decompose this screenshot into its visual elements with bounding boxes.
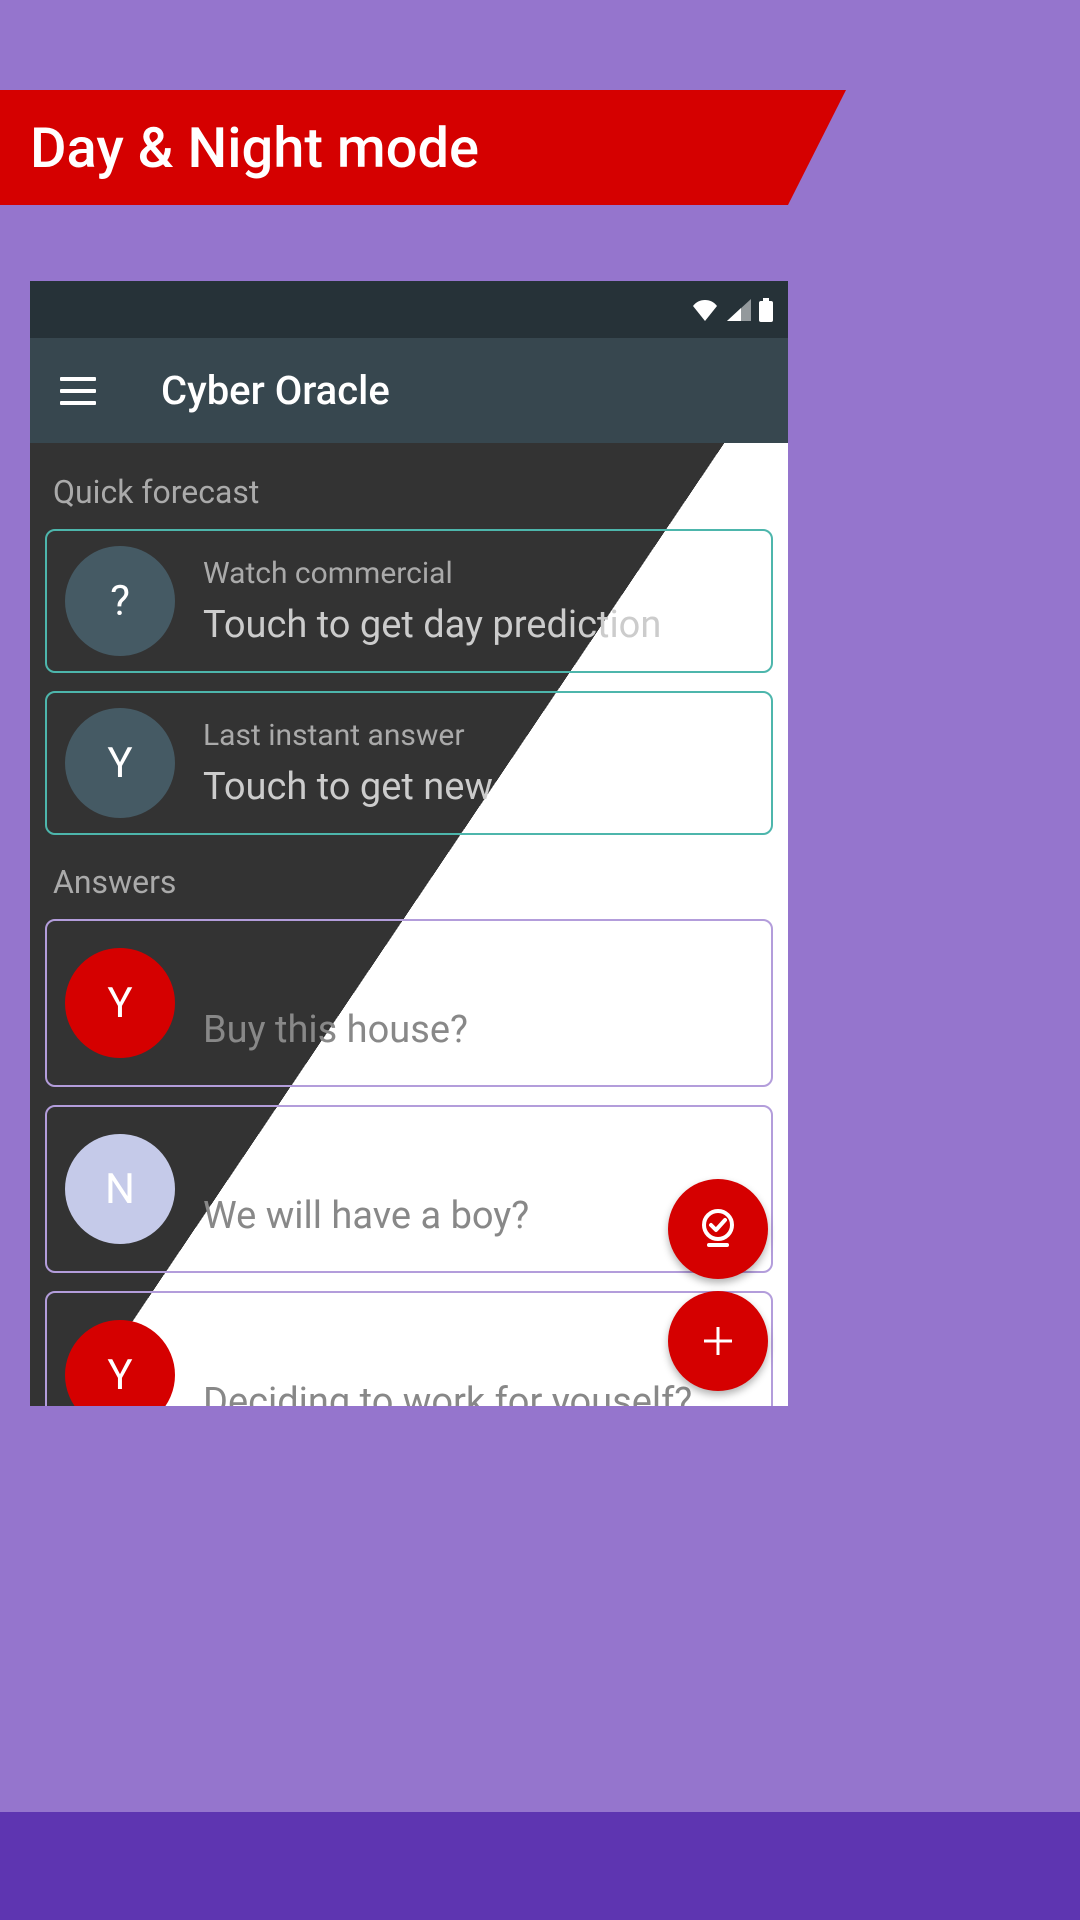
wifi-icon xyxy=(691,299,719,321)
answer-badge-no: N xyxy=(65,1134,175,1244)
card-title: Touch to get day prediction xyxy=(203,603,661,647)
answer-item[interactable]: Y Buy this house? xyxy=(45,919,773,1087)
promo-banner: Day & Night mode xyxy=(0,90,788,205)
plus-icon xyxy=(698,1321,738,1361)
card-text: Watch commercial Touch to get day predic… xyxy=(203,556,661,647)
app-bar: Cyber Oracle xyxy=(30,338,788,443)
answer-item[interactable]: N We will have a boy? xyxy=(45,1105,773,1273)
card-subtitle: Watch commercial xyxy=(203,556,661,591)
quick-forecast-label: Quick forecast xyxy=(45,463,773,529)
answers-label: Answers xyxy=(45,853,773,919)
status-bar xyxy=(30,281,788,338)
signal-icon xyxy=(727,299,751,321)
answer-badge-yes: Y xyxy=(65,1320,175,1406)
card-title: Touch to get new xyxy=(203,765,493,809)
answer-letter-circle: Y xyxy=(65,708,175,818)
answer-badge-yes: Y xyxy=(65,948,175,1058)
add-fab[interactable] xyxy=(668,1291,768,1391)
menu-icon[interactable] xyxy=(60,377,96,405)
oracle-check-icon xyxy=(694,1205,742,1253)
instant-answer-card[interactable]: Y Last instant answer Touch to get new xyxy=(45,691,773,835)
bottom-accent-bar xyxy=(0,1812,1080,1920)
answer-question: Deciding to work for youself? xyxy=(203,1380,692,1406)
card-text: Last instant answer Touch to get new xyxy=(203,718,493,809)
oracle-fab[interactable] xyxy=(668,1179,768,1279)
answer-item[interactable]: Y Deciding to work for youself? xyxy=(45,1291,773,1406)
answer-question: We will have a boy? xyxy=(203,1194,529,1244)
phone-frame: Cyber Oracle Quick forecast ? Watch comm… xyxy=(30,281,788,1406)
battery-icon xyxy=(759,298,773,322)
day-prediction-card[interactable]: ? Watch commercial Touch to get day pred… xyxy=(45,529,773,673)
fab-container xyxy=(668,1179,768,1391)
answer-question: Buy this house? xyxy=(203,1008,468,1058)
card-subtitle: Last instant answer xyxy=(203,718,493,753)
question-icon-circle: ? xyxy=(65,546,175,656)
banner-title: Day & Night mode xyxy=(30,115,479,181)
app-title: Cyber Oracle xyxy=(161,367,390,414)
